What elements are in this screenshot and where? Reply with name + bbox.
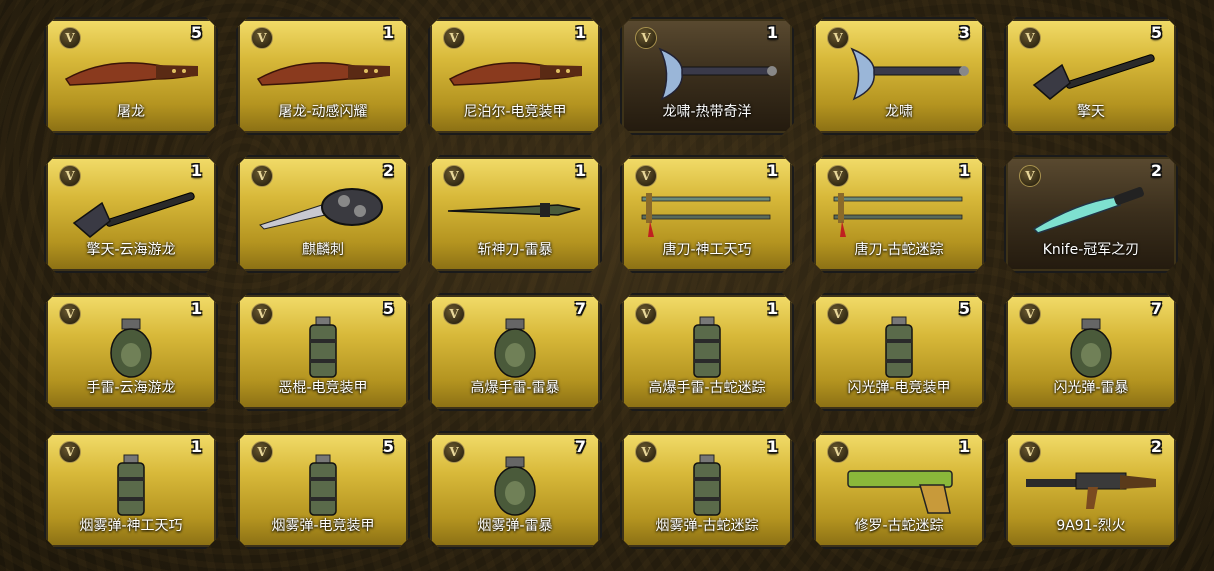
inventory-card[interactable]: V 5 擎天 <box>1004 17 1178 135</box>
inventory-card[interactable]: V 1 屠龙-动感闪耀 <box>236 17 410 135</box>
katana-icon <box>632 177 782 243</box>
inventory-card[interactable]: V 5 烟雾弹-电竞装甲 <box>236 431 410 549</box>
inventory-card[interactable]: V 1 唐刀-神工天巧 <box>620 155 794 273</box>
canister-grenade-icon <box>632 453 782 519</box>
item-name: 高爆手雷-雷暴 <box>470 380 560 396</box>
inventory-card[interactable]: V 1 龙啸-热带奇洋 <box>620 17 794 135</box>
grenade-icon <box>1016 315 1166 381</box>
inventory-card[interactable]: V 5 闪光弹-电竞装甲 <box>812 293 986 411</box>
inventory-card[interactable]: V 1 斩神刀-雷暴 <box>428 155 602 273</box>
kukri-knife-icon <box>56 39 206 105</box>
item-name: 9A91-烈火 <box>1056 518 1126 534</box>
long-blade-icon <box>440 177 590 243</box>
item-name: 擎天-云海游龙 <box>86 242 176 258</box>
grenade-icon <box>56 315 206 381</box>
kukri-knife-icon <box>440 39 590 105</box>
item-name: Knife-冠军之刃 <box>1042 242 1140 258</box>
item-name: 龙啸 <box>885 104 913 120</box>
inventory-grid: V 5 屠龙 V 1 屠龙-动感闪耀 V 1 尼泊尔-电竞装甲 V 1 龙啸-热… <box>44 17 1178 549</box>
inventory-card[interactable]: V 1 烟雾弹-神工天巧 <box>44 431 218 549</box>
canister-grenade-icon <box>824 315 974 381</box>
axe-icon <box>824 39 974 105</box>
inventory-card[interactable]: V 1 烟雾弹-古蛇迷踪 <box>620 431 794 549</box>
item-name: 恶棍-电竞装甲 <box>278 380 368 396</box>
shovel-icon <box>56 177 206 243</box>
inventory-card[interactable]: V 1 修罗-古蛇迷踪 <box>812 431 986 549</box>
katana-icon <box>824 177 974 243</box>
canister-grenade-icon <box>56 453 206 519</box>
inventory-card[interactable]: V 1 擎天-云海游龙 <box>44 155 218 273</box>
item-name: 龙啸-热带奇洋 <box>662 104 752 120</box>
item-name: 修罗-古蛇迷踪 <box>854 518 944 534</box>
item-name: 烟雾弹-古蛇迷踪 <box>655 518 759 534</box>
item-name: 麒麟刺 <box>302 242 344 258</box>
item-name: 斩神刀-雷暴 <box>477 242 553 258</box>
item-name: 屠龙-动感闪耀 <box>278 104 368 120</box>
inventory-card[interactable]: V 1 手雷-云海游龙 <box>44 293 218 411</box>
inventory-card[interactable]: V 5 恶棍-电竞装甲 <box>236 293 410 411</box>
item-name: 屠龙 <box>117 104 145 120</box>
combat-knife-icon <box>1016 177 1166 243</box>
inventory-card[interactable]: V 1 唐刀-古蛇迷踪 <box>812 155 986 273</box>
inventory-card[interactable]: V 1 高爆手雷-古蛇迷踪 <box>620 293 794 411</box>
item-name: 烟雾弹-神工天巧 <box>79 518 183 534</box>
inventory-card[interactable]: V 2 Knife-冠军之刃 <box>1004 155 1178 273</box>
inventory-card[interactable]: V 7 烟雾弹-雷暴 <box>428 431 602 549</box>
inventory-card[interactable]: V 7 高爆手雷-雷暴 <box>428 293 602 411</box>
canister-grenade-icon <box>248 453 398 519</box>
item-name: 烟雾弹-电竞装甲 <box>271 518 375 534</box>
grenade-icon <box>440 315 590 381</box>
item-name: 烟雾弹-雷暴 <box>477 518 553 534</box>
axe-icon <box>632 39 782 105</box>
item-name: 高爆手雷-古蛇迷踪 <box>648 380 766 396</box>
inventory-card[interactable]: V 3 龙啸 <box>812 17 986 135</box>
item-name: 唐刀-古蛇迷踪 <box>854 242 944 258</box>
item-name: 擎天 <box>1077 104 1105 120</box>
rifle-icon <box>1016 453 1166 519</box>
pistol-icon <box>824 453 974 519</box>
canister-grenade-icon <box>248 315 398 381</box>
kukri-knife-icon <box>248 39 398 105</box>
inventory-card[interactable]: V 7 闪光弹-雷暴 <box>1004 293 1178 411</box>
knuckle-blade-icon <box>248 177 398 243</box>
item-name: 闪光弹-电竞装甲 <box>847 380 951 396</box>
inventory-card[interactable]: V 2 9A91-烈火 <box>1004 431 1178 549</box>
grenade-icon <box>440 453 590 519</box>
canister-grenade-icon <box>632 315 782 381</box>
item-name: 尼泊尔-电竞装甲 <box>463 104 567 120</box>
shovel-icon <box>1016 39 1166 105</box>
inventory-card[interactable]: V 2 麒麟刺 <box>236 155 410 273</box>
inventory-card[interactable]: V 1 尼泊尔-电竞装甲 <box>428 17 602 135</box>
inventory-card[interactable]: V 5 屠龙 <box>44 17 218 135</box>
item-name: 唐刀-神工天巧 <box>662 242 752 258</box>
item-name: 闪光弹-雷暴 <box>1053 380 1129 396</box>
item-name: 手雷-云海游龙 <box>86 380 176 396</box>
